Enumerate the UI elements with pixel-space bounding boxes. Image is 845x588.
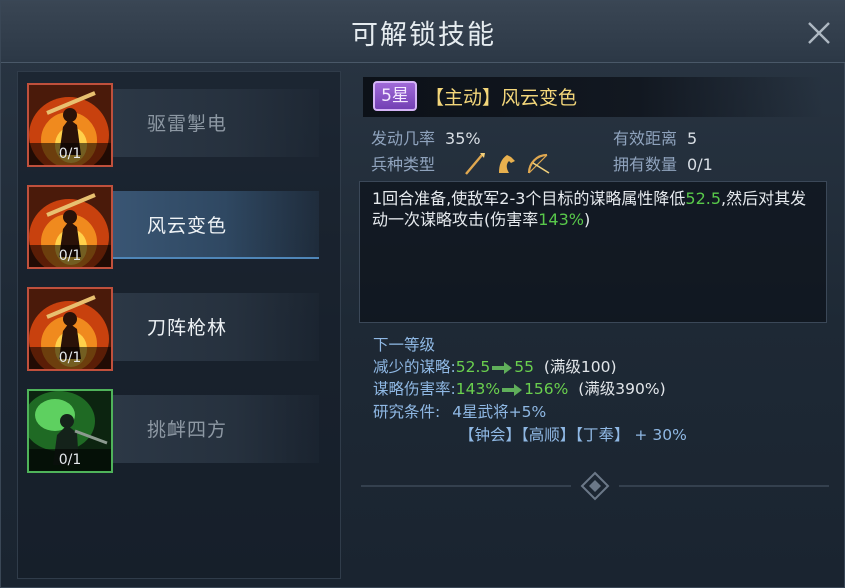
trigger-rate: 发动几率 35% (371, 125, 481, 149)
title-bar: 可解锁技能 (1, 1, 845, 63)
owned-count: 拥有数量 0/1 (613, 151, 713, 175)
cavalry-icon (499, 155, 515, 173)
trigger-rate-value: 35% (445, 129, 481, 148)
skill-detail-panel: 5星 【主动】风云变色 发动几率 35% 有效距离 5 兵种类型 拥有数量 0/1 1… (357, 71, 833, 579)
research-condition: 研究条件: 4星武将+5% (373, 403, 547, 421)
skill-name: 挑衅四方 (147, 419, 228, 441)
skill-count: 0/1 (29, 245, 111, 267)
green-warrior-icon: 0/1 (27, 389, 113, 473)
skill-name: 刀阵枪林 (147, 317, 228, 339)
close-button[interactable] (801, 15, 837, 51)
effective-range-label: 有效距离 (613, 129, 678, 148)
next-level-row-2: 谋略伤害率:143% 156% (满级390%) (373, 380, 666, 398)
skill-description-box: 1回合准备,使敌军2-3个目标的谋略属性降低52.5,然后对其发动一次谋略攻击(… (359, 181, 827, 323)
skill-count: 0/1 (29, 347, 111, 369)
effective-range-value: 5 (687, 129, 698, 148)
troop-type: 兵种类型 (371, 151, 435, 175)
next-level-heading: 下一等级 (373, 336, 436, 354)
flame-warrior-icon: 0/1 (27, 83, 113, 167)
detail-skill-title: 【主动】风云变色 (425, 87, 578, 109)
trigger-rate-label: 发动几率 (371, 129, 436, 148)
star-badge: 5星 (373, 81, 417, 111)
skill-item-0[interactable]: 0/1 驱雷掣电 (27, 83, 327, 167)
spear-icon (465, 153, 485, 175)
arrow-right-icon (502, 383, 523, 396)
skill-item-3[interactable]: 0/1 挑衅四方 (27, 389, 327, 473)
research-generals: 【钟会】【高顺】【丁奉】 + 30% (459, 426, 687, 444)
skill-description: 1回合准备,使敌军2-3个目标的谋略属性降低52.5,然后对其发动一次谋略攻击(… (372, 189, 807, 229)
arrow-right-icon (492, 361, 513, 374)
owned-count-value: 0/1 (687, 155, 713, 174)
window-title: 可解锁技能 (351, 20, 496, 51)
next-level-row-1: 减少的谋略:52.5 55 (满级100) (373, 358, 617, 376)
troop-type-label: 兵种类型 (371, 155, 436, 174)
skill-item-2[interactable]: 0/1 刀阵枪林 (27, 287, 327, 371)
ornament-divider (361, 471, 829, 501)
owned-count-label: 拥有数量 (613, 155, 678, 174)
skill-name: 风云变色 (147, 215, 228, 237)
effective-range: 有效距离 5 (613, 125, 697, 149)
bow-icon (527, 153, 550, 174)
skill-count: 0/1 (29, 143, 111, 165)
flame-warrior-icon: 0/1 (27, 287, 113, 371)
unlockable-skills-window: 可解锁技能 0/1 驱雷掣电 0/1 风云变色 0/1 刀阵枪林 0/1 挑衅四… (0, 0, 845, 588)
skill-item-1[interactable]: 0/1 风云变色 (27, 185, 327, 269)
skill-name: 驱雷掣电 (147, 113, 228, 135)
skill-count: 0/1 (29, 449, 111, 471)
close-icon (808, 22, 830, 44)
flame-warrior-icon: 0/1 (27, 185, 113, 269)
